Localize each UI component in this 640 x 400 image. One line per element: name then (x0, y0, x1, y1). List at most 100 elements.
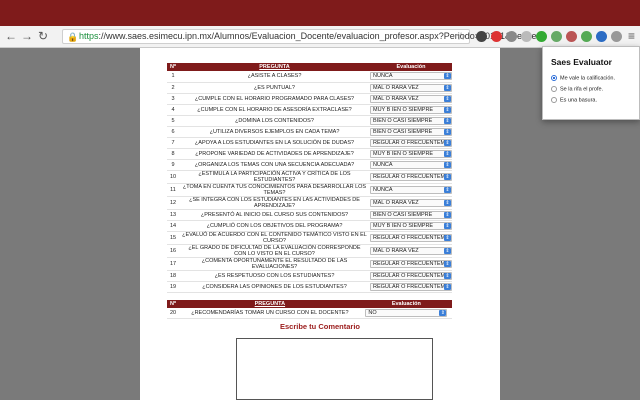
select-arrow-icon[interactable]: ⇕ (444, 173, 451, 180)
select-arrow-icon[interactable]: ⇕ (444, 117, 451, 124)
table-row: 8 ¿PROPONE VARIEDAD DE ACTIVIDADES DE APR… (167, 148, 452, 160)
extension-mail-icon[interactable] (581, 31, 592, 42)
reload-icon[interactable]: ↻ (36, 29, 50, 43)
evaluation-select[interactable]: MUY B IEN O SIEMPRE ⇕ (370, 149, 452, 158)
address-bar[interactable]: 🔒 https://www.saes.esimecu.ipn.mx/Alumno… (62, 29, 544, 44)
select-arrow-icon[interactable]: ⇕ (444, 199, 451, 206)
extension-grey-icon[interactable] (506, 31, 517, 42)
back-icon[interactable]: ← (4, 29, 18, 43)
select-arrow-icon[interactable]: ⇕ (444, 186, 451, 193)
table-row: 18 ¿ES RESPETUOSO CON LOS ESTUDIANTES? REG… (167, 270, 452, 282)
table-row: 7 ¿APOYA A LOS ESTUDIANTES EN LA SOLUCIÓN… (167, 137, 452, 149)
select-arrow-icon[interactable]: ⇕ (444, 150, 451, 157)
evaluation-select[interactable]: BIEN O CASI SIEMPRE ⇕ (370, 210, 452, 219)
evaluation-select[interactable]: MUY B IEN O SIEMPRE ⇕ (370, 221, 452, 230)
table-row: 12 ¿SE INTEGRA CON LOS ESTUDIANTES EN LAS… (167, 196, 452, 210)
evaluation-select[interactable]: BIEN O CASI SIEMPRE ⇕ (370, 127, 452, 136)
evaluation-select[interactable]: NO ⇕ (365, 309, 448, 317)
evaluation-select[interactable]: REGULAR O FRECUENTEM ⇕ (370, 233, 452, 242)
row-question: ¿PRESENTÓ AL INICIO DEL CURSO SUS CONTEN… (179, 209, 370, 221)
extension-abp-icon[interactable] (491, 31, 502, 42)
select-arrow-icon[interactable]: ⇕ (444, 222, 451, 229)
evaluation-select[interactable]: BIEN O CASI SIEMPRE ⇕ (370, 116, 452, 125)
evaluation-table: Nº PREGUNTA Evaluación 1 ¿ASISTE A CLASES… (167, 63, 452, 293)
row-question: ¿CUMPLE CON EL HORARIO PROGRAMADO PARA C… (179, 93, 370, 105)
evaluation-select[interactable]: REGULAR O FRECUENTEM ⇕ (370, 259, 452, 268)
evaluation-select[interactable]: REGULAR O FRECUENTEM ⇕ (370, 271, 452, 280)
evaluation-value: NO (368, 310, 377, 316)
table-row: 11 ¿TOMA EN CUENTA TUS CONOCIMIENTOS PARA… (167, 183, 452, 197)
evaluation-select[interactable]: REGULAR O FRECUENTEM ⇕ (370, 282, 452, 291)
row-question: ¿CUMPLE CON EL HORARIO DE ASESORÍA EXTRA… (179, 104, 370, 116)
evaluation-select[interactable]: REGULAR O FRECUENTEM ⇕ (370, 138, 452, 147)
select-arrow-icon[interactable]: ⇕ (444, 272, 451, 279)
forward-icon[interactable]: → (20, 29, 34, 43)
row-question: ¿ASISTE A CLASES? (179, 71, 370, 83)
evaluation-select[interactable]: MAL O RARA VEZ ⇕ (370, 246, 452, 255)
evaluation-select[interactable]: REGULAR O FRECUENTEM ⇕ (370, 172, 452, 181)
browser-menu-icon[interactable]: ≡ (626, 30, 637, 42)
row-evaluation-cell: MAL O RARA VEZ ⇕ (370, 93, 452, 105)
select-arrow-icon[interactable]: ⇕ (439, 310, 447, 316)
evaluation-select[interactable]: MAL O RARA VEZ ⇕ (370, 198, 452, 207)
select-arrow-icon[interactable]: ⇕ (444, 95, 451, 102)
row-evaluation-cell: BIEN O CASI SIEMPRE ⇕ (370, 115, 452, 127)
evaluation-select[interactable]: NUNCA ⇕ (370, 185, 452, 194)
row-question: ¿ORGANIZA LOS TEMAS CON UNA SECUENCIA AD… (179, 159, 370, 171)
row-question: ¿UTILIZA DIVERSOS EJEMPLOS EN CADA TEMA? (179, 126, 370, 138)
radio-icon[interactable] (551, 86, 557, 92)
row-question: ¿CONSIDERA LAS OPINIONES DE LOS ESTUDIAN… (179, 281, 370, 293)
popup-option-2[interactable]: Es una basura. (551, 97, 597, 103)
row-number: 19 (167, 281, 179, 293)
evaluation-value: MUY B IEN O SIEMPRE (373, 222, 434, 229)
extension-circle-icon[interactable] (521, 31, 532, 42)
select-arrow-icon[interactable]: ⇕ (444, 211, 451, 218)
row-number: 5 (167, 115, 179, 127)
extension-avatar-icon[interactable] (566, 31, 577, 42)
extension-chat-icon[interactable] (551, 31, 562, 42)
select-arrow-icon[interactable]: ⇕ (444, 106, 451, 113)
select-arrow-icon[interactable]: ⇕ (444, 139, 451, 146)
row-question: ¿APOYA A LOS ESTUDIANTES EN LA SOLUCIÓN … (179, 137, 370, 149)
table-row: 10 ¿ESTIMULA LA PARTICIPACIÓN ACTIVA Y CR… (167, 170, 452, 184)
extension-green-icon[interactable] (536, 31, 547, 42)
evaluation-select[interactable]: NUNCA ⇕ (370, 160, 452, 169)
radio-icon[interactable] (551, 97, 557, 103)
select-arrow-icon[interactable]: ⇕ (444, 247, 451, 254)
select-arrow-icon[interactable]: ⇕ (444, 84, 451, 91)
row-evaluation-cell: NO ⇕ (360, 308, 452, 319)
row-evaluation-cell: MAL O RARA VEZ ⇕ (370, 82, 452, 94)
evaluation-select[interactable]: MUY B IEN O SIEMPRE ⇕ (370, 105, 452, 114)
popup-option-1[interactable]: Se la rifa el profe. (551, 86, 603, 92)
select-arrow-icon[interactable]: ⇕ (444, 260, 451, 267)
row-number: 15 (167, 231, 179, 245)
select-arrow-icon[interactable]: ⇕ (444, 234, 451, 241)
table-row: 13 ¿PRESENTÓ AL INICIO DEL CURSO SUS CONT… (167, 209, 452, 221)
select-arrow-icon[interactable]: ⇕ (444, 283, 451, 290)
evaluation-value: MUY B IEN O SIEMPRE (373, 150, 434, 157)
row-evaluation-cell: MAL O RARA VEZ ⇕ (370, 244, 452, 258)
row-question: ¿RECOMENDARÍAS TOMAR UN CURSO CON EL DOC… (179, 308, 361, 319)
row-question: ¿EVALUÓ DE ACUERDO CON EL CONTENIDO TEMÁ… (179, 231, 370, 245)
radio-icon[interactable] (551, 75, 557, 81)
extension-blue-icon[interactable] (596, 31, 607, 42)
table-row: 20 ¿RECOMENDARÍAS TOMAR UN CURSO CON EL D… (167, 308, 452, 319)
evaluation-select[interactable]: NUNCA ⇕ (370, 72, 452, 81)
bookmark-star-icon[interactable]: ☆ (456, 30, 466, 43)
comment-textarea[interactable] (236, 338, 433, 400)
evaluation-select[interactable]: MAL O RARA VEZ ⇕ (370, 83, 452, 92)
evaluation-value: NUNCA (373, 73, 393, 80)
url-text: https://www.saes.esimecu.ipn.mx/Alumnos/… (79, 31, 545, 41)
evaluation-value: BIEN O CASI SIEMPRE (373, 211, 433, 218)
table-row: 5 ¿DOMINA LOS CONTENIDOS? BIEN O CASI SIEM… (167, 115, 452, 127)
select-arrow-icon[interactable]: ⇕ (444, 128, 451, 135)
row-evaluation-cell: REGULAR O FRECUENTEM ⇕ (370, 257, 452, 271)
evaluation-select[interactable]: MAL O RARA VEZ ⇕ (370, 94, 452, 103)
extension-saes-icon[interactable] (611, 31, 622, 42)
select-arrow-icon[interactable]: ⇕ (444, 161, 451, 168)
select-arrow-icon[interactable]: ⇕ (444, 73, 451, 80)
evaluation-page: Nº PREGUNTA Evaluación 1 ¿ASISTE A CLASES… (140, 48, 500, 400)
header-question: PREGUNTA (179, 63, 370, 71)
popup-option-0[interactable]: Me vale la calificación. (551, 75, 615, 81)
extension-pen-icon[interactable] (476, 31, 487, 42)
